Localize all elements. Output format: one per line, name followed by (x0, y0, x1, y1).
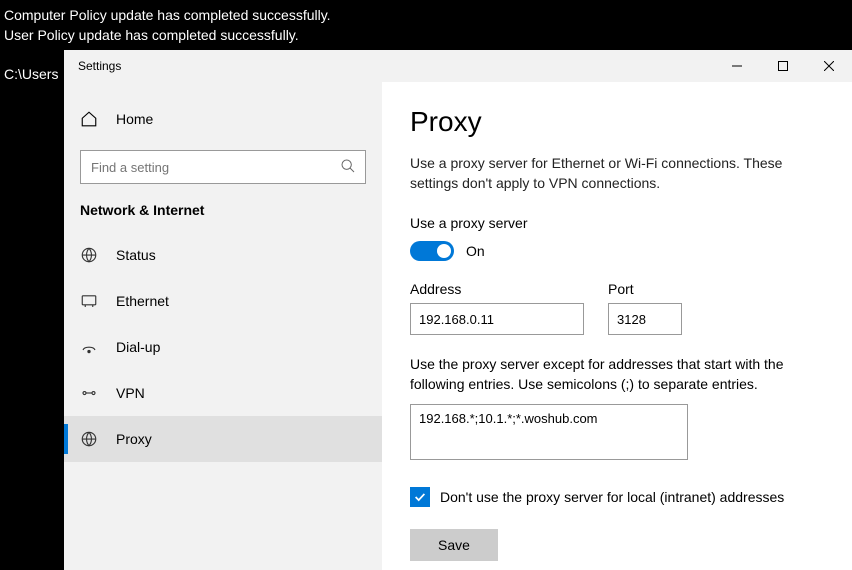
dialup-icon (80, 338, 98, 356)
sidebar-item-label: Dial-up (116, 339, 160, 355)
exceptions-input[interactable] (410, 404, 688, 460)
search-wrap (80, 150, 366, 184)
window-controls (714, 50, 852, 82)
sidebar: Home Network & Internet Status (64, 82, 382, 570)
ethernet-icon (80, 292, 98, 310)
nav-list: Status Ethernet Dial-up (64, 232, 382, 462)
sidebar-item-status[interactable]: Status (64, 232, 382, 278)
sidebar-item-dialup[interactable]: Dial-up (64, 324, 382, 370)
home-label: Home (116, 111, 153, 127)
sidebar-item-ethernet[interactable]: Ethernet (64, 278, 382, 324)
address-input[interactable] (410, 303, 584, 335)
minimize-icon (732, 61, 742, 71)
check-icon (413, 490, 427, 504)
close-button[interactable] (806, 50, 852, 82)
sidebar-item-label: Status (116, 247, 156, 263)
save-button[interactable]: Save (410, 529, 498, 561)
use-proxy-label: Use a proxy server (410, 215, 824, 231)
vpn-icon (80, 384, 98, 402)
close-icon (824, 61, 834, 71)
sidebar-item-label: Proxy (116, 431, 152, 447)
page-description: Use a proxy server for Ethernet or Wi-Fi… (410, 154, 824, 193)
address-label: Address (410, 281, 584, 297)
search-input[interactable] (80, 150, 366, 184)
exceptions-description: Use the proxy server except for addresse… (410, 355, 824, 394)
toggle-knob (437, 244, 451, 258)
category-title: Network & Internet (64, 202, 382, 232)
port-input[interactable] (608, 303, 682, 335)
home-link[interactable]: Home (64, 100, 382, 138)
use-proxy-toggle[interactable] (410, 241, 454, 261)
sidebar-item-vpn[interactable]: VPN (64, 370, 382, 416)
local-bypass-label: Don't use the proxy server for local (in… (440, 489, 784, 505)
search-icon (340, 158, 356, 179)
content-pane: Proxy Use a proxy server for Ethernet or… (382, 82, 852, 570)
titlebar: Settings (64, 50, 852, 82)
proxy-icon (80, 430, 98, 448)
home-icon (80, 110, 98, 128)
settings-window: Settings Home (64, 50, 852, 570)
maximize-icon (778, 61, 788, 71)
sidebar-item-proxy[interactable]: Proxy (64, 416, 382, 462)
sidebar-item-label: Ethernet (116, 293, 169, 309)
window-title: Settings (64, 59, 121, 73)
minimize-button[interactable] (714, 50, 760, 82)
toggle-state-label: On (466, 243, 485, 259)
local-bypass-checkbox[interactable] (410, 487, 430, 507)
page-title: Proxy (410, 106, 824, 138)
local-bypass-row[interactable]: Don't use the proxy server for local (in… (410, 487, 824, 507)
status-icon (80, 246, 98, 264)
sidebar-item-label: VPN (116, 385, 145, 401)
maximize-button[interactable] (760, 50, 806, 82)
port-label: Port (608, 281, 682, 297)
